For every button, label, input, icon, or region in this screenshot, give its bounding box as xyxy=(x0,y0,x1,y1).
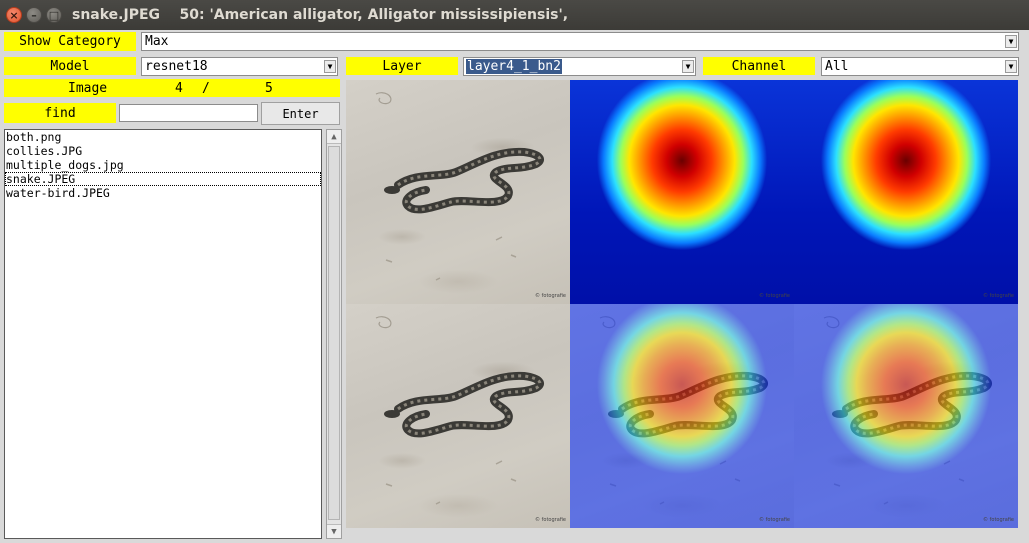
window-titlebar: × – □ snake.JPEG 50: 'American alligator… xyxy=(0,0,1029,30)
image-watermark: © fotografie xyxy=(535,517,566,523)
layer-label: Layer xyxy=(346,57,458,75)
layer-select[interactable]: layer4_1_bn2 ▼ xyxy=(463,57,696,76)
overlay-image: © fotografie xyxy=(794,304,1018,528)
file-list-item[interactable]: multiple_dogs.jpg xyxy=(5,158,321,172)
image-label: Image xyxy=(68,80,108,96)
channel-label: Channel xyxy=(703,57,815,75)
heatmap-overlay xyxy=(794,304,1018,528)
file-list[interactable]: both.png collies.JPG multiple_dogs.jpg snak… xyxy=(4,129,322,539)
layer-value: layer4_1_bn2 xyxy=(466,59,562,74)
scroll-down-icon[interactable]: ▼ xyxy=(327,524,341,538)
close-icon[interactable]: × xyxy=(6,7,22,23)
heatmap-overlay xyxy=(570,304,794,528)
file-list-item[interactable]: collies.JPG xyxy=(5,144,321,158)
find-input[interactable] xyxy=(119,104,258,122)
chevron-down-icon[interactable]: ▼ xyxy=(324,60,336,73)
image-counter: Image 4 / 5 xyxy=(4,79,340,97)
image-watermark: © fotografie xyxy=(983,293,1014,299)
original-image: © fotografie xyxy=(346,304,570,528)
minimize-icon[interactable]: – xyxy=(26,7,42,23)
file-list-item[interactable]: water-bird.JPEG xyxy=(5,186,321,200)
file-list-scrollbar[interactable]: ▲ ▼ xyxy=(326,129,342,539)
heatmap-image: © fotografie xyxy=(794,80,1018,304)
channel-select[interactable]: All ▼ xyxy=(821,57,1019,76)
enter-button[interactable]: Enter xyxy=(261,102,340,125)
model-value: resnet18 xyxy=(145,59,208,74)
overlay-image: © fotografie xyxy=(570,304,794,528)
image-watermark: © fotografie xyxy=(535,293,566,299)
channel-value: All xyxy=(825,59,849,74)
image-watermark: © fotografie xyxy=(983,517,1014,523)
snake-photo xyxy=(375,316,544,505)
image-watermark: © fotografie xyxy=(759,293,790,299)
show-category-button[interactable]: Show Category xyxy=(4,32,136,51)
model-label: Model xyxy=(4,57,136,75)
original-image: © fotografie xyxy=(346,80,570,304)
chevron-down-icon[interactable]: ▼ xyxy=(1005,35,1017,48)
chevron-down-icon[interactable]: ▼ xyxy=(682,60,694,73)
image-index: 4 xyxy=(175,80,183,96)
window-title: snake.JPEG 50: 'American alligator, Alli… xyxy=(72,7,569,23)
find-label: find xyxy=(4,103,116,123)
maximize-icon[interactable]: □ xyxy=(46,7,62,23)
scroll-up-icon[interactable]: ▲ xyxy=(327,130,341,144)
file-list-item[interactable]: snake.JPEG xyxy=(5,172,321,186)
category-select[interactable]: Max ▼ xyxy=(141,32,1019,51)
image-total: 5 xyxy=(265,80,273,96)
image-watermark: © fotografie xyxy=(759,517,790,523)
chevron-down-icon[interactable]: ▼ xyxy=(1005,60,1017,73)
scrollbar-thumb[interactable] xyxy=(328,146,340,520)
file-list-item[interactable]: both.png xyxy=(5,130,321,144)
snake-photo xyxy=(375,92,544,281)
image-separator: / xyxy=(202,80,210,96)
category-value: Max xyxy=(145,34,169,49)
model-select[interactable]: resnet18 ▼ xyxy=(141,57,338,76)
heatmap-image: © fotografie xyxy=(570,80,794,304)
